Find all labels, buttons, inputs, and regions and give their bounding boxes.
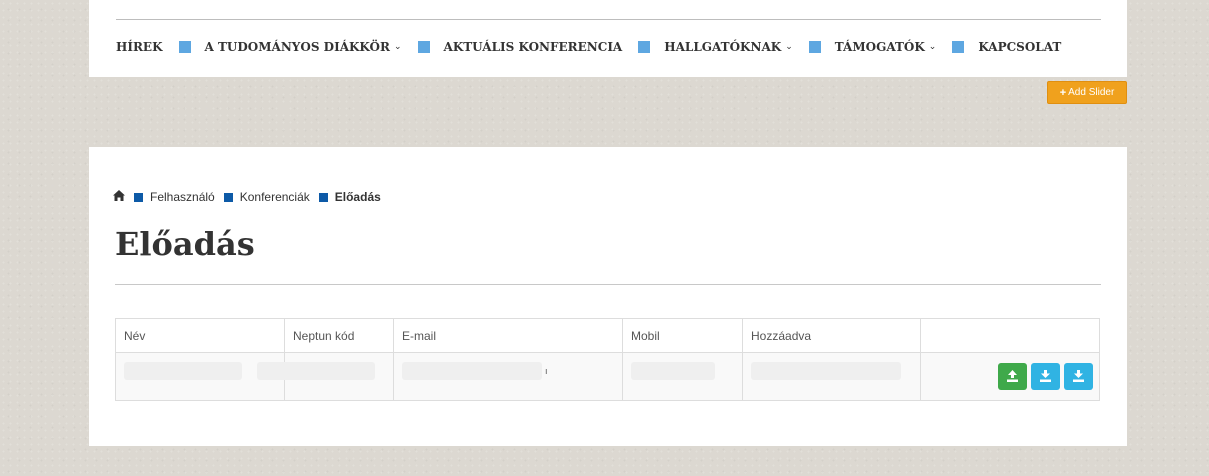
- cell-mobil: [622, 352, 743, 401]
- nav-item-aktualis-konferencia[interactable]: AKTUÁLIS KONFERENCIA: [444, 40, 623, 54]
- page-title: Előadás: [115, 225, 255, 263]
- cell-neptun: [257, 352, 394, 401]
- title-divider: [115, 284, 1101, 285]
- redacted-value: [402, 362, 542, 380]
- plus-icon: +: [1059, 86, 1067, 99]
- nav-separator: [417, 41, 430, 53]
- column-header-nev: Név: [115, 318, 285, 353]
- breadcrumb-separator: [134, 192, 143, 202]
- column-header-mobil: Mobil: [622, 318, 743, 353]
- home-icon[interactable]: [113, 190, 125, 204]
- upload-icon: [1007, 370, 1018, 382]
- cell-hozzaadva: [742, 352, 921, 401]
- nav-separator: [178, 41, 191, 53]
- header-divider: [116, 19, 1101, 20]
- main-nav: HÍREK A TUDOMÁNYOS DIÁKKÖR ⌄ AKTUÁLIS KON…: [116, 40, 1061, 54]
- nav-item-hirek[interactable]: HÍREK: [116, 40, 163, 54]
- download-button[interactable]: [1031, 363, 1060, 390]
- breadcrumb-item-felhasznalo[interactable]: Felhasználó: [150, 190, 215, 204]
- download-icon: [1073, 370, 1084, 382]
- column-header-actions: [920, 318, 1100, 353]
- column-header-neptun: Neptun kód: [284, 318, 394, 353]
- chevron-down-icon: ⌄: [928, 42, 937, 52]
- redacted-value: [257, 362, 375, 380]
- cell-actions: [920, 352, 1100, 401]
- table-header-row: Név Neptun kód E-mail Mobil Hozzáadva: [115, 318, 1100, 353]
- redacted-value: [751, 362, 901, 380]
- column-header-hozzaadva: Hozzáadva: [742, 318, 921, 353]
- breadcrumb-item-konferenciak[interactable]: Konferenciák: [240, 190, 310, 204]
- nav-item-kapcsolat[interactable]: KAPCSOLAT: [978, 40, 1061, 54]
- redacted-value: [631, 362, 715, 380]
- breadcrumb-separator: [318, 192, 328, 202]
- presentations-table: Név Neptun kód E-mail Mobil Hozzáadva ı: [115, 318, 1100, 401]
- table-row: ı: [115, 352, 1100, 401]
- breadcrumb: Felhasználó Konferenciák Előadás: [113, 190, 381, 204]
- header-card: HÍREK A TUDOMÁNYOS DIÁKKÖR ⌄ AKTUÁLIS KON…: [89, 0, 1127, 77]
- add-slider-button[interactable]: + Add Slider: [1047, 81, 1127, 104]
- nav-item-tudomanyos-diakkor[interactable]: A TUDOMÁNYOS DIÁKKÖR ⌄: [205, 40, 402, 54]
- column-header-email: E-mail: [393, 318, 623, 353]
- nav-separator: [638, 41, 651, 53]
- download-icon: [1040, 370, 1051, 382]
- chevron-down-icon: ⌄: [785, 42, 793, 52]
- upload-button[interactable]: [998, 363, 1027, 390]
- redacted-value: [124, 362, 242, 380]
- download-button[interactable]: [1064, 363, 1093, 390]
- content-card: Felhasználó Konferenciák Előadás Előadás…: [89, 147, 1127, 446]
- nav-separator: [952, 41, 965, 53]
- cell-email: ı: [393, 352, 623, 401]
- nav-separator: [808, 41, 821, 53]
- breadcrumb-item-current: Előadás: [334, 190, 381, 204]
- chevron-down-icon: ⌄: [393, 42, 402, 52]
- nav-item-tamogatok[interactable]: TÁMOGATÓK ⌄: [835, 40, 937, 54]
- breadcrumb-separator: [223, 192, 233, 202]
- nav-item-hallgatoknak[interactable]: HALLGATÓKNAK ⌄: [664, 40, 793, 54]
